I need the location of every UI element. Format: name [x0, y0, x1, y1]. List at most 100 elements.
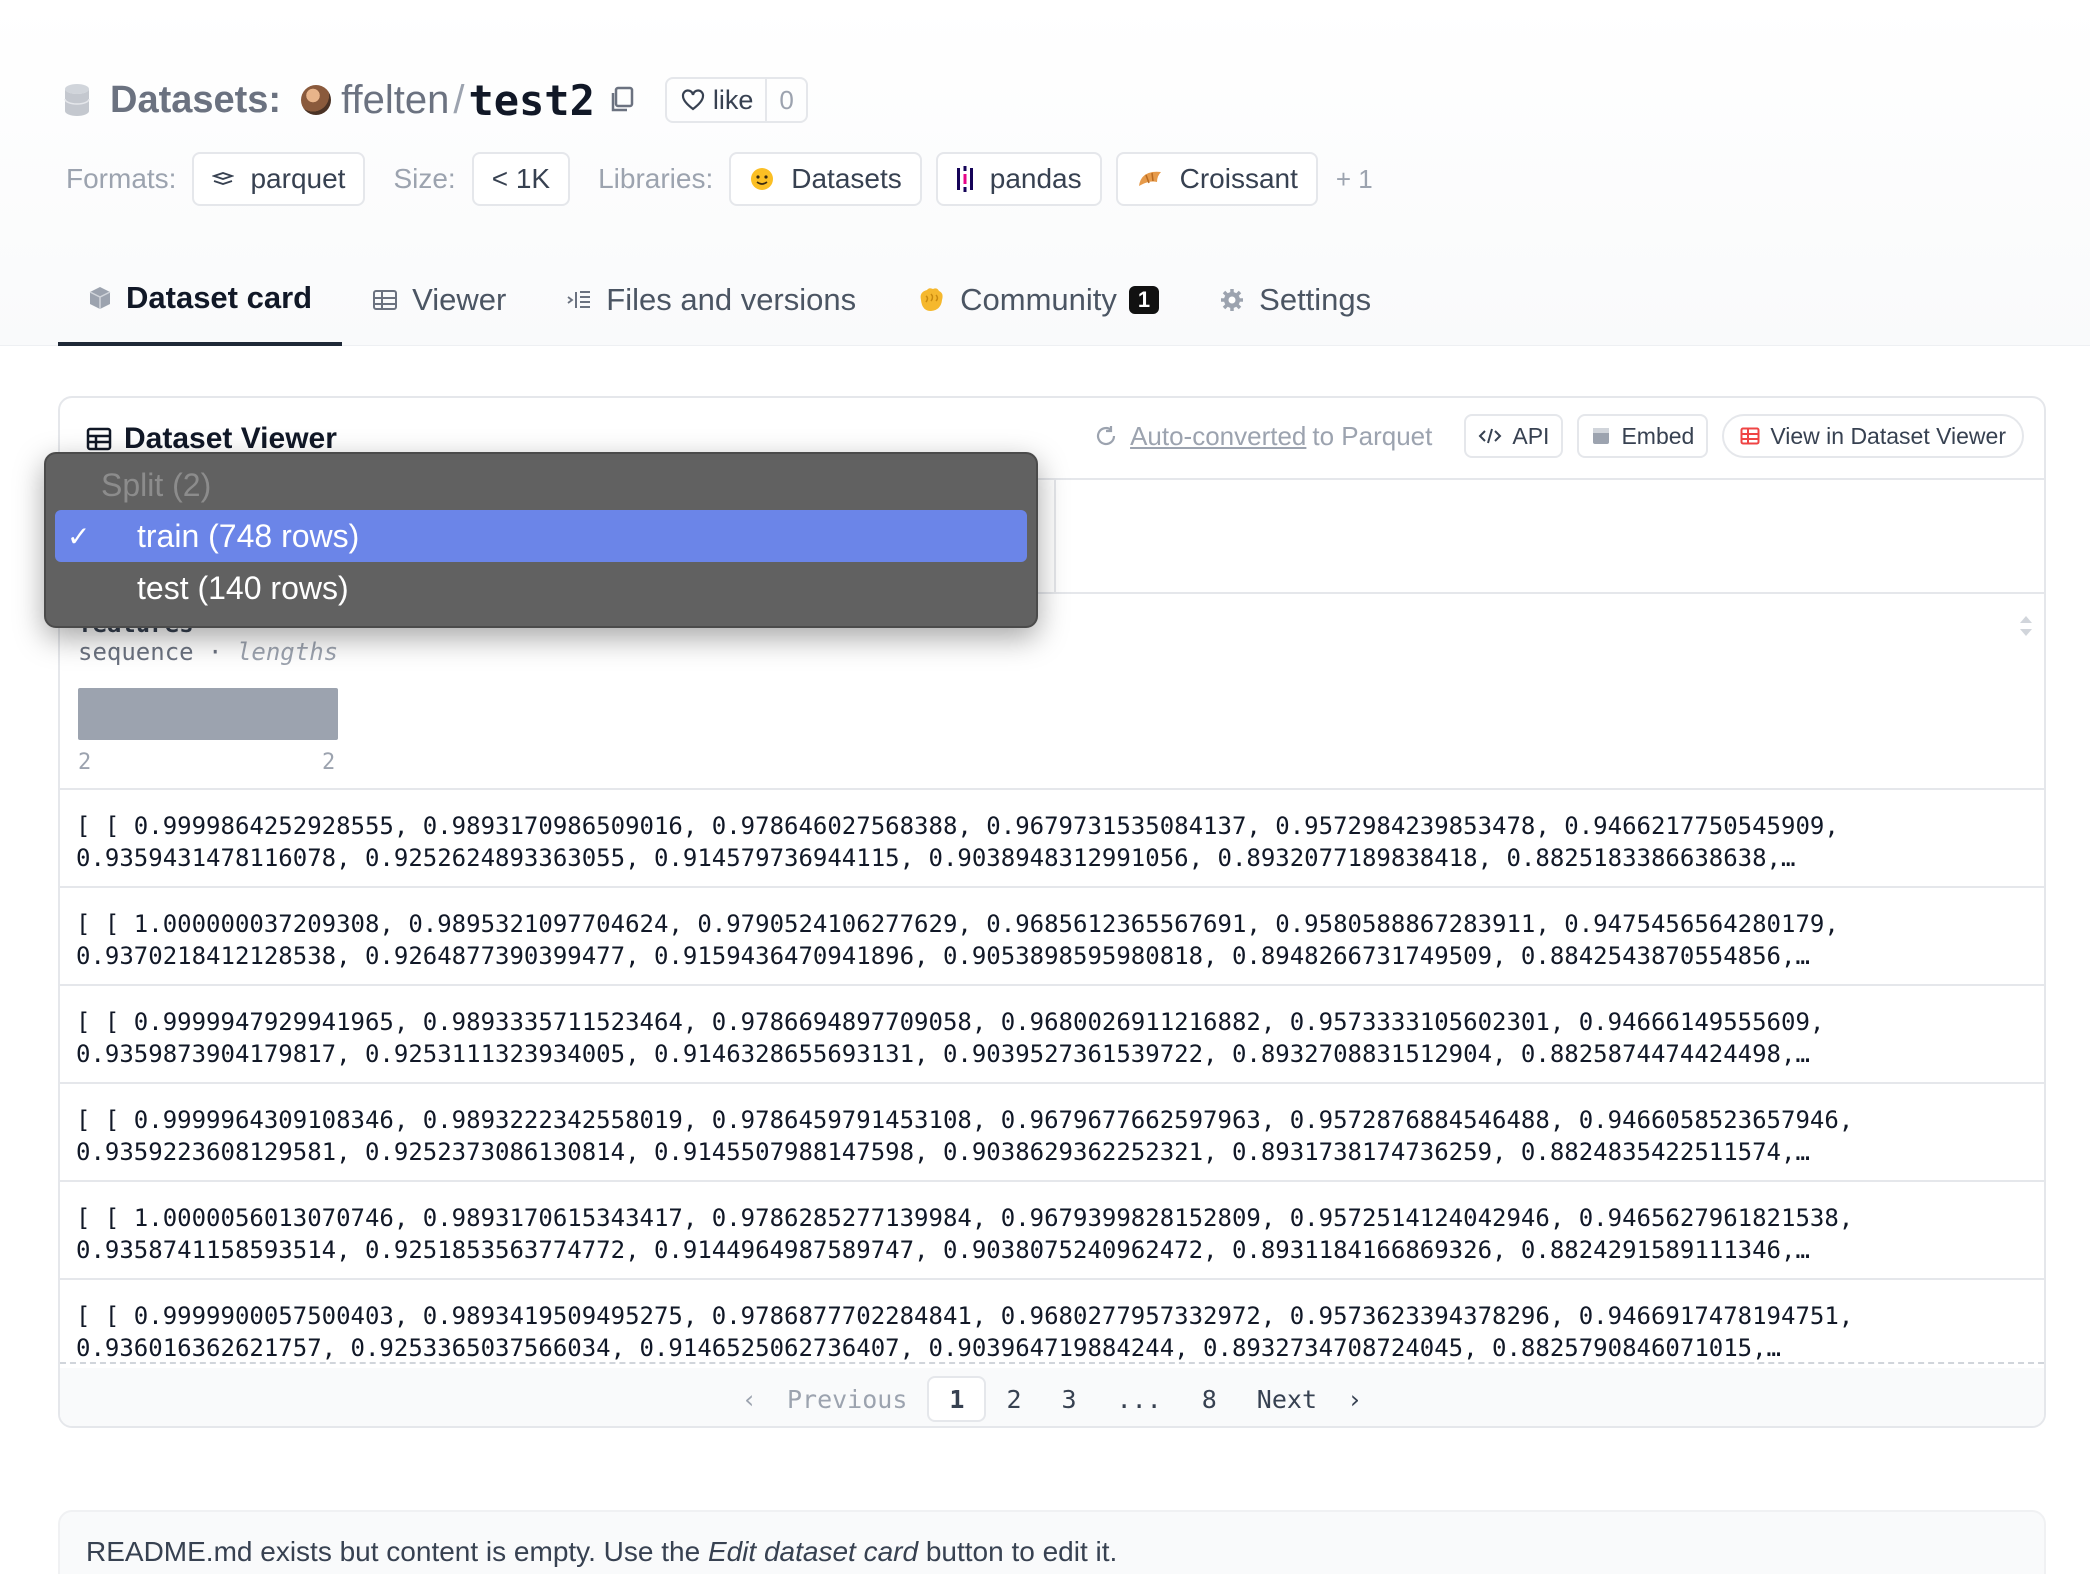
table-row[interactable]: [ [ 1.000000037209308, 0.989532109770462… — [60, 888, 2044, 986]
sort-icon[interactable] — [2016, 612, 2036, 640]
repo-title-row: Datasets: ffelten / test2 like 0 — [64, 76, 808, 125]
libraries-label: Libraries: — [598, 163, 714, 194]
tab-files-and-versions[interactable]: Files and versions — [536, 266, 886, 346]
library-chip-croissant[interactable]: Croissant — [1115, 152, 1318, 206]
owner-avatar[interactable] — [301, 85, 332, 115]
viewer-title: Dataset Viewer — [86, 422, 337, 456]
split-dropdown-header: Split (2) — [101, 466, 212, 503]
more-libraries[interactable]: + 1 — [1336, 164, 1373, 195]
table-icon — [1740, 427, 1760, 445]
next-label: Next — [1256, 1384, 1318, 1414]
table-row[interactable]: [ [ 0.9999964309108346, 0.98932223425580… — [60, 1084, 2044, 1182]
table-icon — [373, 290, 398, 310]
previous-label: Previous — [786, 1384, 908, 1414]
viewer-title-text: Dataset Viewer — [124, 422, 337, 455]
data-rows: [ [ 0.9999864252928555, 0.98931709865090… — [60, 790, 2044, 1364]
page-button-8[interactable]: 8 — [1182, 1385, 1237, 1414]
table-row[interactable]: [ [ 1.0000056013070746, 0.98931706153434… — [60, 1182, 2044, 1280]
repo-name[interactable]: test2 — [468, 76, 594, 125]
path-separator: / — [453, 77, 465, 122]
size-chip[interactable]: < 1K — [471, 152, 571, 206]
split-dropdown-menu: Split (2) ✓ train (748 rows) test (140 r… — [44, 452, 1038, 628]
column-type-text: sequence — [78, 638, 194, 666]
previous-page-button[interactable]: ‹ Previous — [722, 1385, 928, 1414]
readme-text-end: button to edit it. — [918, 1536, 1118, 1567]
split-option-train[interactable]: ✓ train (748 rows) — [55, 510, 1027, 562]
formats-label: Formats: — [66, 163, 177, 194]
view-button-label: View in Dataset Viewer — [1770, 422, 2006, 449]
auto-converted-text: to Parquet — [1312, 420, 1433, 451]
pagination: ‹ Previous 1 2 3 ... 8 Next › — [60, 1368, 2044, 1426]
like-button[interactable]: like 0 — [664, 77, 808, 123]
split-option-label: train (748 rows) — [137, 517, 360, 554]
table-row[interactable]: [ [ 0.9999947929941965, 0.98933357115234… — [60, 986, 2044, 1084]
readme-notice: README.md exists but content is empty. U… — [58, 1510, 2046, 1574]
table-row[interactable]: [ [ 0.9999900057500403, 0.98934195094952… — [60, 1280, 2044, 1364]
library-chip-label: Croissant — [1179, 163, 1298, 194]
library-chip-datasets[interactable]: Datasets — [729, 152, 922, 206]
title-prefix: Datasets: — [110, 78, 282, 121]
tab-label: Community — [960, 282, 1117, 317]
tab-dataset-card[interactable]: Dataset card — [58, 266, 343, 346]
readme-text: README.md exists but content is empty. U… — [86, 1536, 708, 1567]
metadata-row: Formats: parquet Size: < 1K Libraries: D… — [66, 152, 1373, 206]
page-ellipsis: ... — [1116, 1384, 1162, 1414]
repo-tabs: Dataset card Viewer Files and versions C… — [58, 266, 1401, 346]
embed-button-label: Embed — [1621, 422, 1695, 449]
api-button[interactable]: API — [1464, 414, 1564, 458]
community-icon — [920, 288, 943, 311]
histogram-min: 2 — [78, 750, 92, 775]
refresh-icon — [1096, 426, 1116, 446]
database-icon — [64, 84, 90, 116]
tab-label: Dataset card — [126, 280, 313, 315]
tab-community[interactable]: Community 1 — [886, 266, 1189, 346]
split-option-test[interactable]: test (140 rows) — [55, 562, 1027, 614]
gear-icon — [1221, 289, 1244, 311]
checkmark-icon: ✓ — [67, 521, 91, 552]
croissant-icon — [1138, 171, 1161, 186]
length-histogram-bar[interactable] — [78, 688, 338, 740]
auto-converted-link[interactable]: Auto-converted — [1130, 421, 1306, 452]
view-in-dataset-viewer-button[interactable]: View in Dataset Viewer — [1722, 414, 2024, 458]
histogram-max: 2 — [322, 750, 336, 775]
api-button-label: API — [1512, 422, 1550, 449]
format-chip-label: parquet — [250, 163, 346, 194]
tab-settings[interactable]: Settings — [1189, 266, 1401, 346]
parquet-icon — [212, 172, 235, 185]
embed-button[interactable]: Embed — [1577, 414, 1709, 458]
tab-viewer[interactable]: Viewer — [342, 266, 536, 346]
tab-label: Files and versions — [606, 282, 857, 317]
page-button-3[interactable]: 3 — [1042, 1385, 1097, 1414]
size-chip-label: < 1K — [491, 163, 551, 194]
code-icon — [1478, 428, 1502, 444]
tab-label: Viewer — [412, 282, 507, 317]
pandas-icon — [956, 166, 973, 192]
owner-link[interactable]: ffelten — [341, 78, 449, 123]
like-label: like — [712, 84, 754, 115]
library-chip-pandas[interactable]: pandas — [935, 152, 1102, 206]
split-divider — [1054, 480, 1056, 592]
library-chip-label: pandas — [989, 163, 1082, 194]
column-type-note: lengths — [236, 638, 339, 666]
page-button-1[interactable]: 1 — [927, 1376, 987, 1422]
auto-converted-note: Auto-converted to Parquet — [1094, 421, 1432, 452]
table-row[interactable]: [ [ 0.9999864252928555, 0.98931709865090… — [60, 790, 2044, 888]
files-icon — [567, 291, 591, 308]
hugging-face-icon — [751, 168, 774, 190]
like-count: 0 — [765, 79, 805, 121]
cube-icon — [89, 287, 111, 309]
embed-icon — [1593, 428, 1610, 444]
split-option-label: test (140 rows) — [137, 569, 349, 606]
next-page-button[interactable]: Next › — [1237, 1385, 1382, 1414]
community-count-badge: 1 — [1128, 286, 1160, 314]
heart-icon — [681, 89, 704, 111]
copy-icon[interactable] — [609, 86, 635, 114]
readme-emphasis: Edit dataset card — [707, 1536, 919, 1567]
table-icon — [86, 427, 112, 451]
size-label: Size: — [393, 163, 456, 194]
column-type: sequence · lengths — [78, 638, 339, 666]
page-button-2[interactable]: 2 — [986, 1385, 1041, 1414]
library-chip-label: Datasets — [791, 163, 902, 194]
tab-label: Settings — [1259, 282, 1372, 317]
format-chip-parquet[interactable]: parquet — [192, 152, 366, 206]
